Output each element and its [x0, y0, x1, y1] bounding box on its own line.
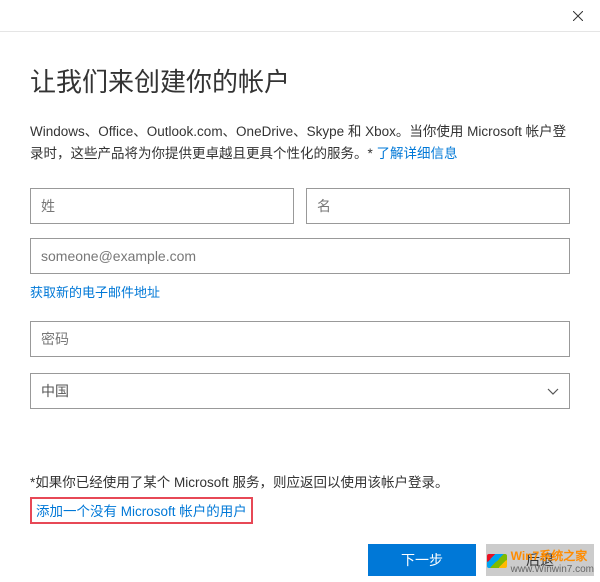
- country-value: 中国: [41, 381, 69, 401]
- add-local-user-link[interactable]: 添加一个没有 Microsoft 帐户的用户: [36, 504, 247, 519]
- lastname-input[interactable]: [30, 188, 294, 224]
- titlebar: [0, 0, 600, 32]
- learn-more-link[interactable]: 了解详细信息: [377, 146, 458, 161]
- close-button[interactable]: [555, 0, 600, 32]
- name-row: [30, 188, 570, 224]
- next-button[interactable]: 下一步: [368, 544, 476, 576]
- password-input[interactable]: [30, 321, 570, 357]
- close-icon: [573, 11, 583, 21]
- email-row: [30, 238, 570, 274]
- intro-body: Windows、Office、Outlook.com、OneDrive、Skyp…: [30, 124, 566, 161]
- watermark-text: Win7系统之家 www.Winwin7.com: [511, 547, 594, 575]
- existing-account-note: *如果你已经使用了某个 Microsoft 服务，则应返回以使用该帐户登录。: [30, 471, 570, 491]
- password-row: [30, 321, 570, 357]
- windows-logo-icon: [487, 554, 507, 568]
- chevron-down-icon: [547, 385, 559, 397]
- watermark: Win7系统之家 www.Winwin7.com: [487, 547, 594, 575]
- country-select[interactable]: 中国: [30, 373, 570, 409]
- get-email-link[interactable]: 获取新的电子邮件地址: [30, 282, 160, 301]
- watermark-url: www.Winwin7.com: [511, 564, 594, 575]
- page-title: 让我们来创建你的帐户: [30, 62, 570, 99]
- add-user-highlight: 添加一个没有 Microsoft 帐户的用户: [30, 497, 253, 524]
- email-input[interactable]: [30, 238, 570, 274]
- dialog-content: 让我们来创建你的帐户 Windows、Office、Outlook.com、On…: [0, 32, 600, 544]
- watermark-title: Win7系统之家: [511, 547, 594, 564]
- firstname-input[interactable]: [306, 188, 570, 224]
- intro-text: Windows、Office、Outlook.com、OneDrive、Skyp…: [30, 121, 570, 164]
